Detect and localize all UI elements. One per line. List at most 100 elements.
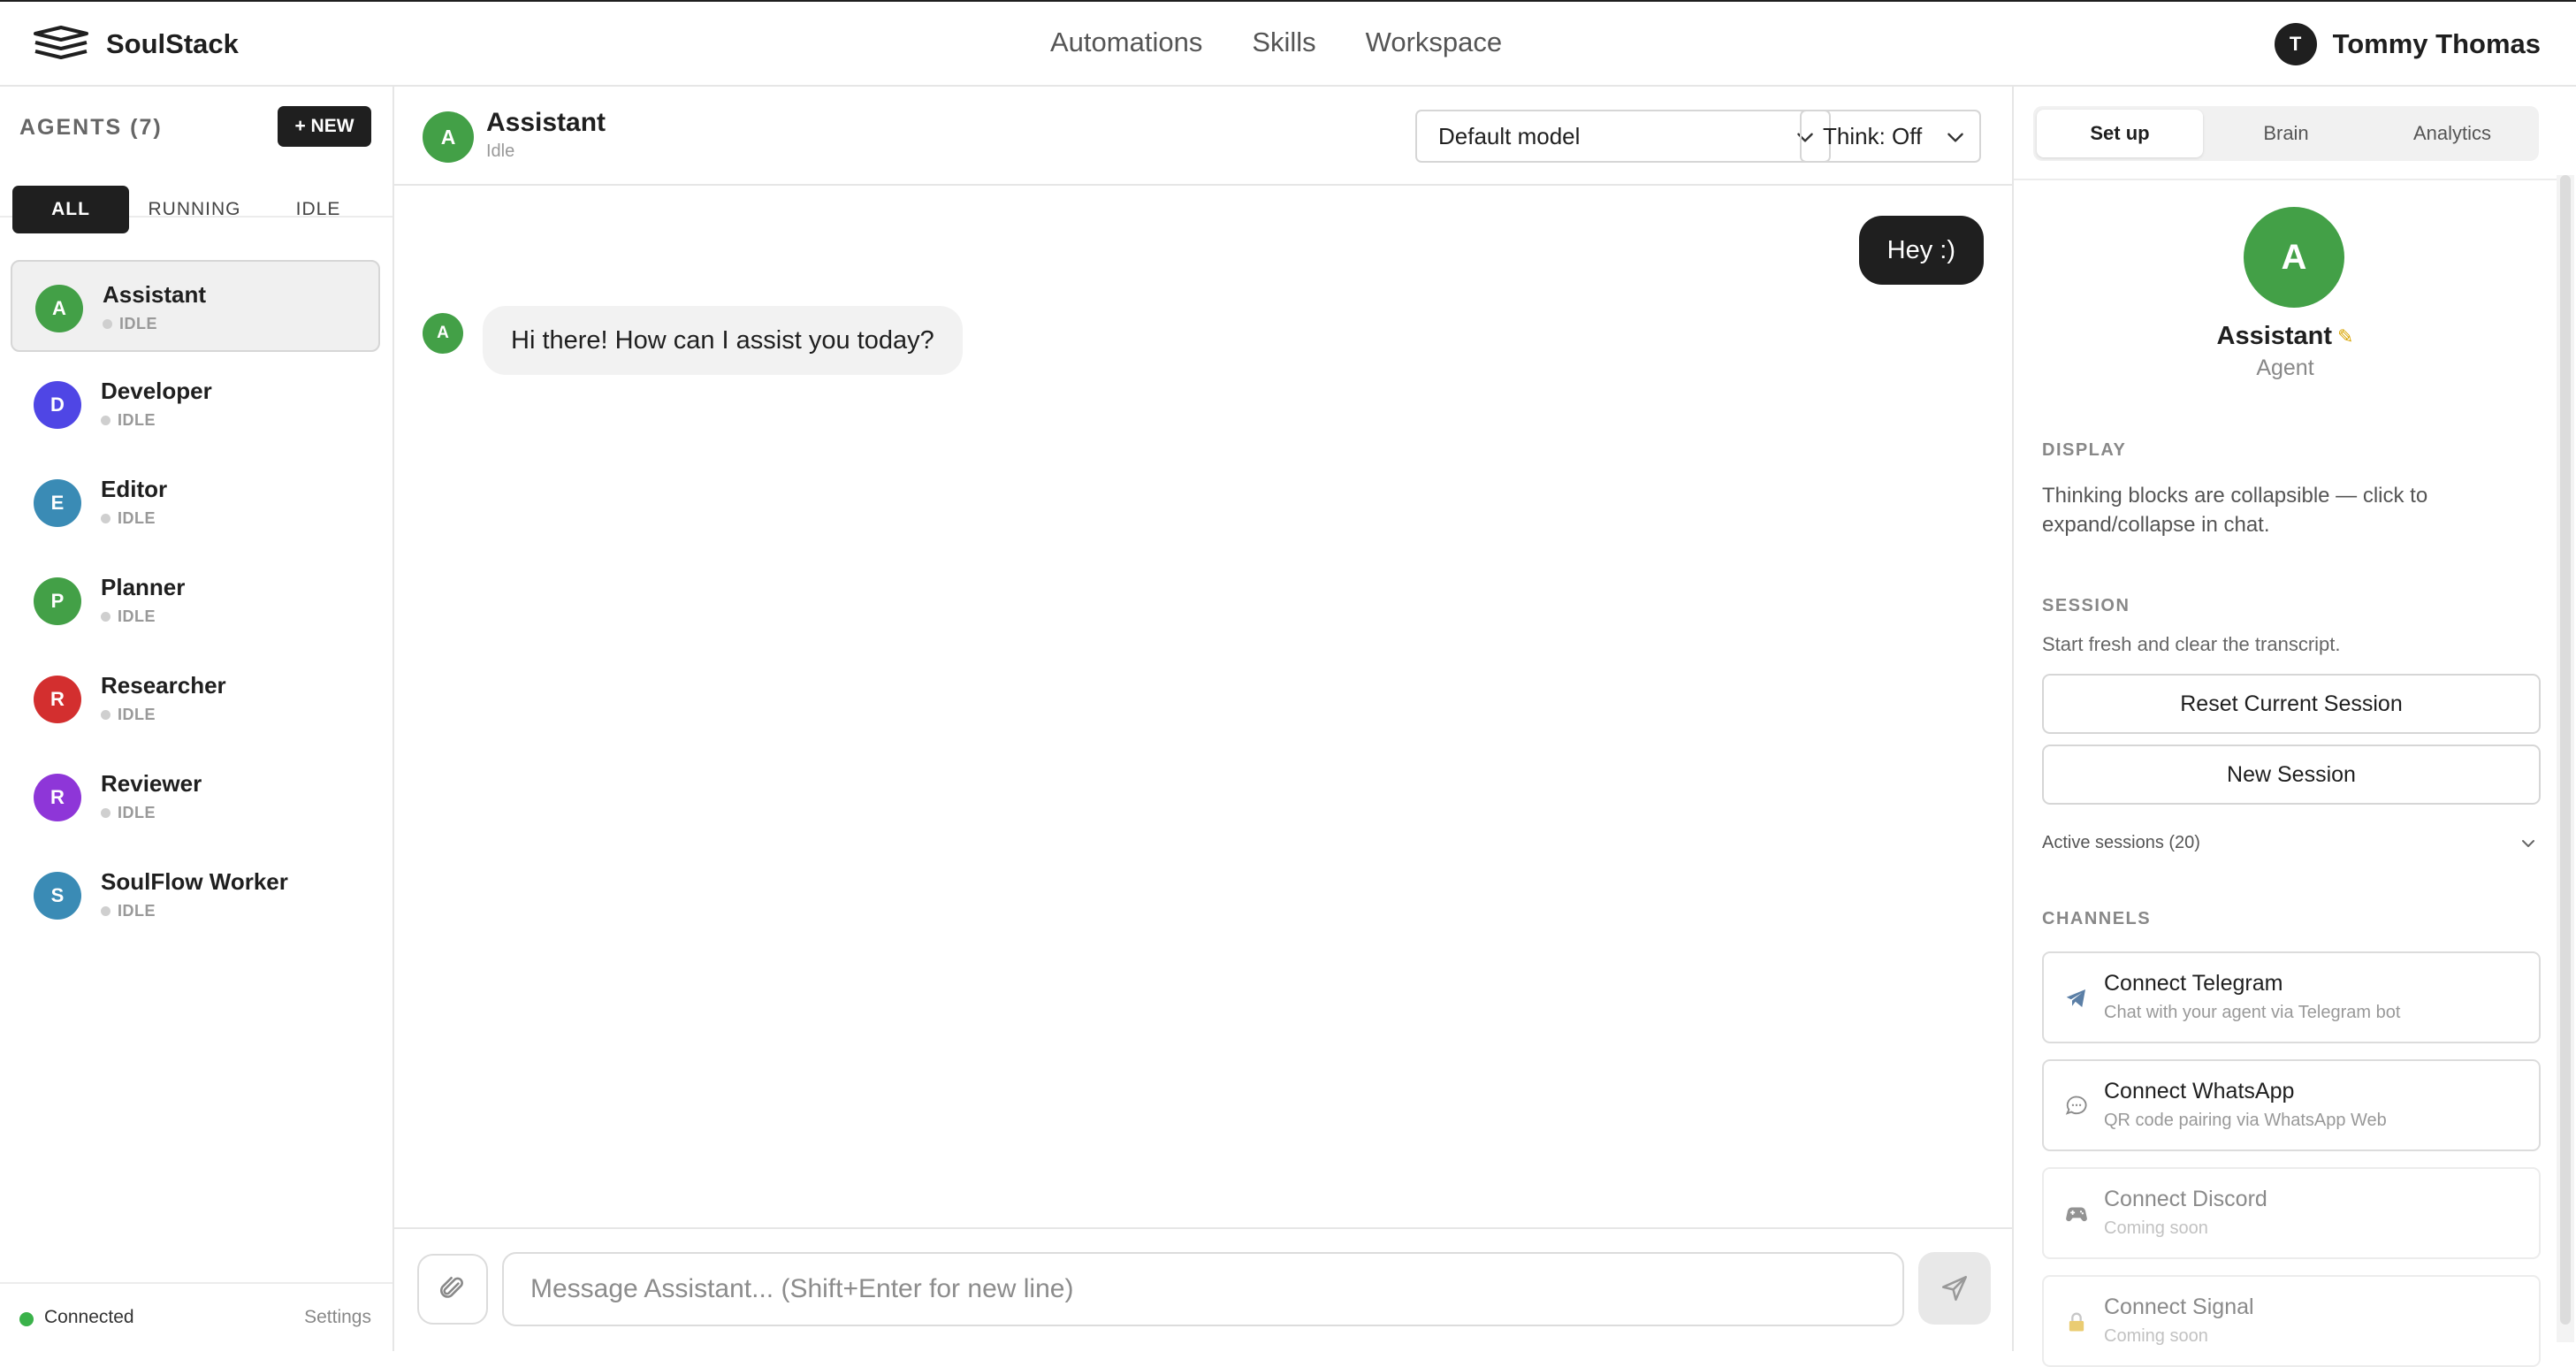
stack-logo-icon (34, 26, 88, 59)
agent-filter-tabs: ALL RUNNING IDLE (12, 186, 377, 233)
status-dot-icon (101, 710, 111, 720)
agent-list: A Assistant IDLE D Developer IDLE E Edit… (11, 260, 380, 947)
nav-workspace[interactable]: Workspace (1366, 27, 1503, 58)
agent-status: IDLE (101, 804, 156, 822)
active-sessions-toggle[interactable]: Active sessions (20) (2042, 828, 2541, 863)
session-section-label: SESSION (2042, 596, 2130, 615)
agent-avatar: P (34, 577, 81, 625)
chevron-down-icon (1947, 133, 1963, 142)
agent-item-researcher[interactable]: R Researcher IDLE (11, 653, 380, 745)
connection-status: Connected (44, 1307, 134, 1327)
agent-avatar: S (34, 872, 81, 920)
sidebar-footer: Connected Settings (0, 1282, 392, 1351)
model-select[interactable]: Default model (1415, 110, 1831, 163)
agent-item-editor[interactable]: E Editor IDLE (11, 456, 380, 548)
nav-automations[interactable]: Automations (1050, 27, 1202, 58)
tab-analytics[interactable]: Analytics (2369, 110, 2535, 157)
discord-icon (2063, 1201, 2090, 1227)
agent-item-assistant[interactable]: A Assistant IDLE (11, 260, 380, 352)
agent-name: SoulFlow Worker (101, 868, 288, 895)
agent-name: Editor (101, 476, 168, 502)
agent-avatar: A (35, 285, 83, 332)
filter-running[interactable]: RUNNING (136, 186, 253, 233)
brand[interactable]: SoulStack (32, 25, 239, 64)
think-select[interactable]: Think: Off (1800, 110, 1981, 163)
status-dot-icon (101, 808, 111, 818)
status-dot-icon (101, 906, 111, 916)
channels-section-label: CHANNELS (2042, 909, 2152, 928)
connect-telegram-card[interactable]: Connect Telegram Chat with your agent vi… (2042, 951, 2541, 1043)
whatsapp-icon (2063, 1093, 2090, 1119)
chat-panel: A Assistant Idle Default model Think: Of… (394, 87, 2012, 1351)
agent-status: IDLE (101, 509, 156, 528)
settings-link[interactable]: Settings (304, 1307, 371, 1328)
think-select-value: Think: Off (1823, 122, 1923, 149)
chat-agent-name: Assistant (486, 108, 606, 137)
main-nav: Automations Skills Workspace (1050, 27, 1502, 58)
agent-status: IDLE (103, 315, 157, 333)
agent-status-label: IDLE (118, 411, 156, 429)
filter-all[interactable]: ALL (12, 186, 129, 233)
lock-icon (2063, 1309, 2090, 1335)
channel-subtitle: QR code pairing via WhatsApp Web (2104, 1111, 2387, 1130)
agent-item-reviewer[interactable]: R Reviewer IDLE (11, 751, 380, 843)
chat-agent-avatar: A (423, 111, 474, 163)
agent-name: Planner (101, 574, 186, 600)
user-avatar: T (2274, 23, 2317, 65)
nav-skills[interactable]: Skills (1252, 27, 1315, 58)
agent-status-label: IDLE (118, 607, 156, 625)
display-description: Thinking blocks are collapsible — click … (2042, 484, 2428, 537)
user-message: Hey :) (1858, 216, 1984, 285)
agent-avatar: R (34, 676, 81, 723)
agent-avatar: R (34, 774, 81, 821)
agents-title: AGENTS (7) (19, 115, 163, 140)
display-section-label: DISPLAY (2042, 440, 2127, 460)
tab-brain[interactable]: Brain (2203, 110, 2369, 157)
model-select-value: Default model (1438, 122, 1581, 149)
session-description: Start fresh and clear the transcript. (2042, 633, 2341, 655)
connect-discord-card: Connect Discord Coming soon (2042, 1167, 2541, 1259)
connect-signal-card: Connect Signal Coming soon (2042, 1275, 2541, 1367)
new-agent-button[interactable]: + NEW (278, 106, 371, 147)
agent-status-label: IDLE (119, 315, 158, 332)
tab-set-up[interactable]: Set up (2037, 110, 2203, 157)
active-sessions-label: Active sessions (20) (2042, 833, 2200, 852)
agent-item-soulflow-worker[interactable]: S SoulFlow Worker IDLE (11, 849, 380, 941)
channel-subtitle: Chat with your agent via Telegram bot (2104, 1003, 2401, 1022)
status-dot-icon (101, 416, 111, 425)
channel-title: Connect Signal (2104, 1294, 2254, 1319)
message-composer (394, 1227, 2012, 1351)
panel-tabs: Set up Brain Analytics (2033, 106, 2539, 161)
channel-title: Connect Discord (2104, 1187, 2267, 1211)
agent-name: Assistant (103, 281, 207, 308)
agent-settings-panel: Set up Brain Analytics A Assistant ✎ Age… (2012, 87, 2576, 1367)
user-name: Tommy Thomas (2332, 28, 2541, 59)
telegram-icon (2063, 985, 2090, 1012)
filter-idle[interactable]: IDLE (260, 186, 377, 233)
new-session-button[interactable]: New Session (2042, 745, 2541, 805)
agent-status: IDLE (101, 607, 156, 626)
agent-item-developer[interactable]: D Developer IDLE (11, 358, 380, 450)
user-menu[interactable]: T Tommy Thomas (2274, 23, 2541, 65)
reset-session-button[interactable]: Reset Current Session (2042, 674, 2541, 734)
channel-title: Connect Telegram (2104, 971, 2283, 996)
message-input[interactable] (502, 1252, 1904, 1326)
send-button[interactable] (1918, 1252, 1991, 1325)
top-bar: SoulStack Automations Skills Workspace T… (0, 0, 2576, 87)
agent-title-row: Assistant ✎ (2014, 322, 2557, 351)
pencil-icon[interactable]: ✎ (2337, 325, 2353, 348)
chat-agent-status: Idle (486, 141, 515, 161)
agents-sidebar: AGENTS (7) + NEW ALL RUNNING IDLE A Assi… (0, 87, 394, 1351)
paperclip-icon (439, 1276, 463, 1298)
agent-profile-name: Assistant (2216, 322, 2333, 350)
agent-profile-avatar: A (2244, 207, 2344, 308)
connect-whatsapp-card[interactable]: Connect WhatsApp QR code pairing via Wha… (2042, 1059, 2541, 1151)
panel-scrollbar-thumb[interactable] (2560, 175, 2571, 1325)
attach-button[interactable] (417, 1254, 488, 1325)
channel-subtitle: Coming soon (2104, 1326, 2208, 1346)
assistant-message: Hi there! How can I assist you today? (483, 306, 963, 375)
agent-item-planner[interactable]: P Planner IDLE (11, 554, 380, 646)
channel-title: Connect WhatsApp (2104, 1079, 2295, 1104)
agent-status-label: IDLE (118, 706, 156, 723)
agent-name: Reviewer (101, 770, 202, 797)
